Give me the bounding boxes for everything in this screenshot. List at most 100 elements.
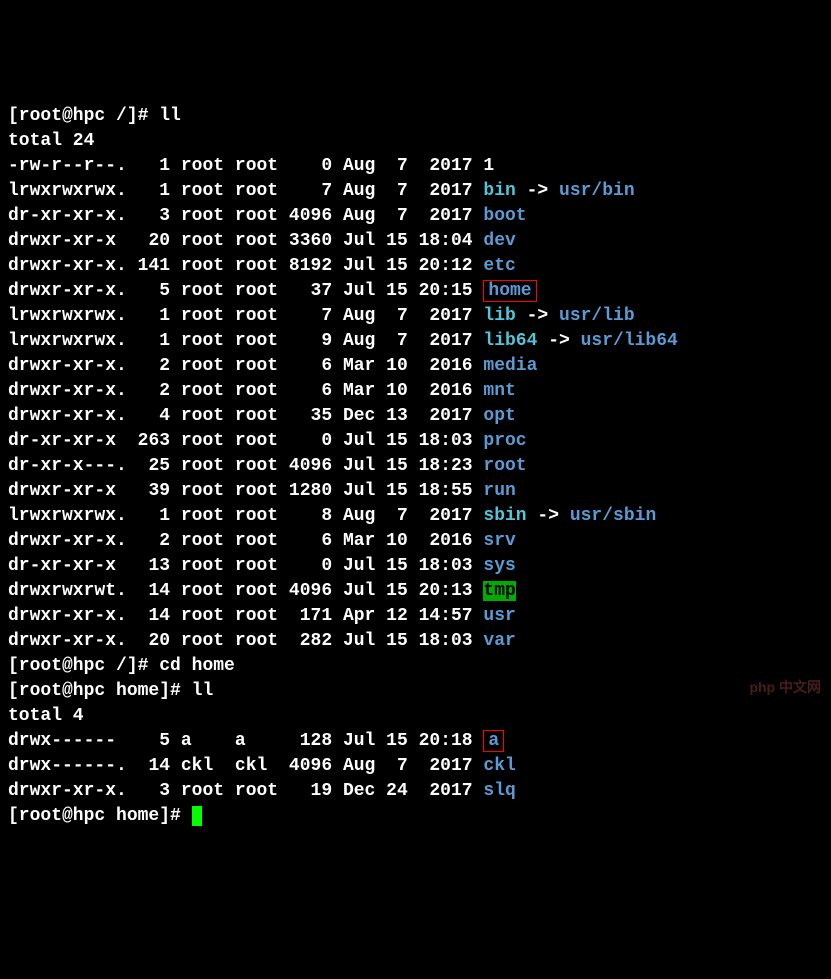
group: root [235, 206, 278, 226]
perms: lrwxrwxrwx. [8, 306, 127, 326]
size: 6 [289, 356, 332, 376]
date: Jul 15 20:18 [343, 731, 473, 751]
arrow: -> [537, 331, 580, 351]
links: 3 [138, 781, 170, 801]
perms: lrwxrwxrwx. [8, 506, 127, 526]
list-item: dr-xr-xr-x. 3 root root 4096 Aug 7 2017 … [8, 204, 823, 229]
size: 128 [289, 731, 332, 751]
list-item: lrwxrwxrwx. 1 root root 7 Aug 7 2017 bin… [8, 179, 823, 204]
dir-name: slq [483, 781, 515, 801]
owner: root [181, 631, 224, 651]
group: root [235, 606, 278, 626]
perms: drwxr-xr-x [8, 231, 127, 251]
list-item: drwxr-xr-x. 5 root root 37 Jul 15 20:15 … [8, 279, 823, 304]
dir-name: proc [483, 431, 526, 451]
links: 20 [138, 631, 170, 651]
date: Aug 7 2017 [343, 206, 473, 226]
links: 141 [138, 256, 170, 276]
list-item: dr-xr-xr-x 13 root root 0 Jul 15 18:03 s… [8, 554, 823, 579]
links: 2 [138, 356, 170, 376]
list-item: drwxr-xr-x. 2 root root 6 Mar 10 2016 sr… [8, 529, 823, 554]
date: Jul 15 18:23 [343, 456, 473, 476]
dir-name: usr [483, 606, 515, 626]
terminal-output[interactable]: [root@hpc /]# lltotal 24-rw-r--r--. 1 ro… [8, 104, 823, 829]
perms: drwxr-xr-x. [8, 406, 127, 426]
list-item: drwxr-xr-x. 14 root root 171 Apr 12 14:5… [8, 604, 823, 629]
prompt-line[interactable]: [root@hpc home]# [8, 804, 823, 829]
group: root [235, 306, 278, 326]
size: 0 [289, 431, 332, 451]
size: 4096 [289, 581, 332, 601]
list-item: drwxr-xr-x. 4 root root 35 Dec 13 2017 o… [8, 404, 823, 429]
size: 19 [289, 781, 332, 801]
group: root [235, 281, 278, 301]
group: root [235, 356, 278, 376]
links: 3 [138, 206, 170, 226]
prompt-line: [root@hpc home]# ll [8, 679, 823, 704]
size: 0 [289, 156, 332, 176]
command: ll [159, 106, 181, 126]
date: Mar 10 2016 [343, 381, 473, 401]
owner: root [181, 431, 224, 451]
group: root [235, 406, 278, 426]
perms: drwxr-xr-x. [8, 631, 127, 651]
list-item: drwxr-xr-x. 3 root root 19 Dec 24 2017 s… [8, 779, 823, 804]
perms: drwxr-xr-x. [8, 256, 127, 276]
date: Jul 15 20:12 [343, 256, 473, 276]
links: 13 [138, 556, 170, 576]
date: Dec 24 2017 [343, 781, 473, 801]
perms: drwxr-xr-x. [8, 356, 127, 376]
owner: root [181, 381, 224, 401]
owner: root [181, 506, 224, 526]
list-item: lrwxrwxrwx. 1 root root 9 Aug 7 2017 lib… [8, 329, 823, 354]
size: 35 [289, 406, 332, 426]
perms: dr-xr-xr-x. [8, 206, 127, 226]
group: ckl [235, 756, 278, 776]
perms: drwxrwxrwt. [8, 581, 127, 601]
dir-name-highlighted: a [483, 730, 504, 752]
links: 1 [138, 506, 170, 526]
list-item: drwx------. 14 ckl ckl 4096 Aug 7 2017 c… [8, 754, 823, 779]
list-item: drwxr-xr-x 39 root root 1280 Jul 15 18:5… [8, 479, 823, 504]
symlink-target: usr/lib64 [581, 331, 678, 351]
file-name: 1 [483, 156, 494, 176]
date: Aug 7 2017 [343, 506, 473, 526]
size: 6 [289, 531, 332, 551]
group: root [235, 631, 278, 651]
owner: root [181, 781, 224, 801]
list-item: -rw-r--r--. 1 root root 0 Aug 7 2017 1 [8, 154, 823, 179]
list-item: drwxr-xr-x. 141 root root 8192 Jul 15 20… [8, 254, 823, 279]
size: 282 [289, 631, 332, 651]
dir-name: srv [483, 531, 515, 551]
owner: root [181, 606, 224, 626]
perms: drwxr-xr-x. [8, 531, 127, 551]
links: 2 [138, 381, 170, 401]
links: 14 [138, 756, 170, 776]
date: Dec 13 2017 [343, 406, 473, 426]
list-item: dr-xr-x---. 25 root root 4096 Jul 15 18:… [8, 454, 823, 479]
links: 39 [138, 481, 170, 501]
group: root [235, 506, 278, 526]
perms: drwx------. [8, 756, 127, 776]
links: 20 [138, 231, 170, 251]
dir-name: mnt [483, 381, 515, 401]
owner: root [181, 456, 224, 476]
group: root [235, 556, 278, 576]
links: 263 [138, 431, 170, 451]
dir-name: boot [483, 206, 526, 226]
list-item: drwxr-xr-x 20 root root 3360 Jul 15 18:0… [8, 229, 823, 254]
size: 3360 [289, 231, 332, 251]
owner: root [181, 156, 224, 176]
cursor[interactable] [192, 806, 203, 826]
watermark: php 中文网 [749, 675, 821, 700]
symlink-name: lib [483, 306, 515, 326]
prompt: [root@hpc home]# [8, 806, 192, 826]
owner: root [181, 406, 224, 426]
list-item: lrwxrwxrwx. 1 root root 7 Aug 7 2017 lib… [8, 304, 823, 329]
date: Jul 15 20:15 [343, 281, 473, 301]
size: 8 [289, 506, 332, 526]
perms: lrwxrwxrwx. [8, 331, 127, 351]
symlink-name: bin [483, 181, 515, 201]
owner: root [181, 231, 224, 251]
owner: root [181, 531, 224, 551]
